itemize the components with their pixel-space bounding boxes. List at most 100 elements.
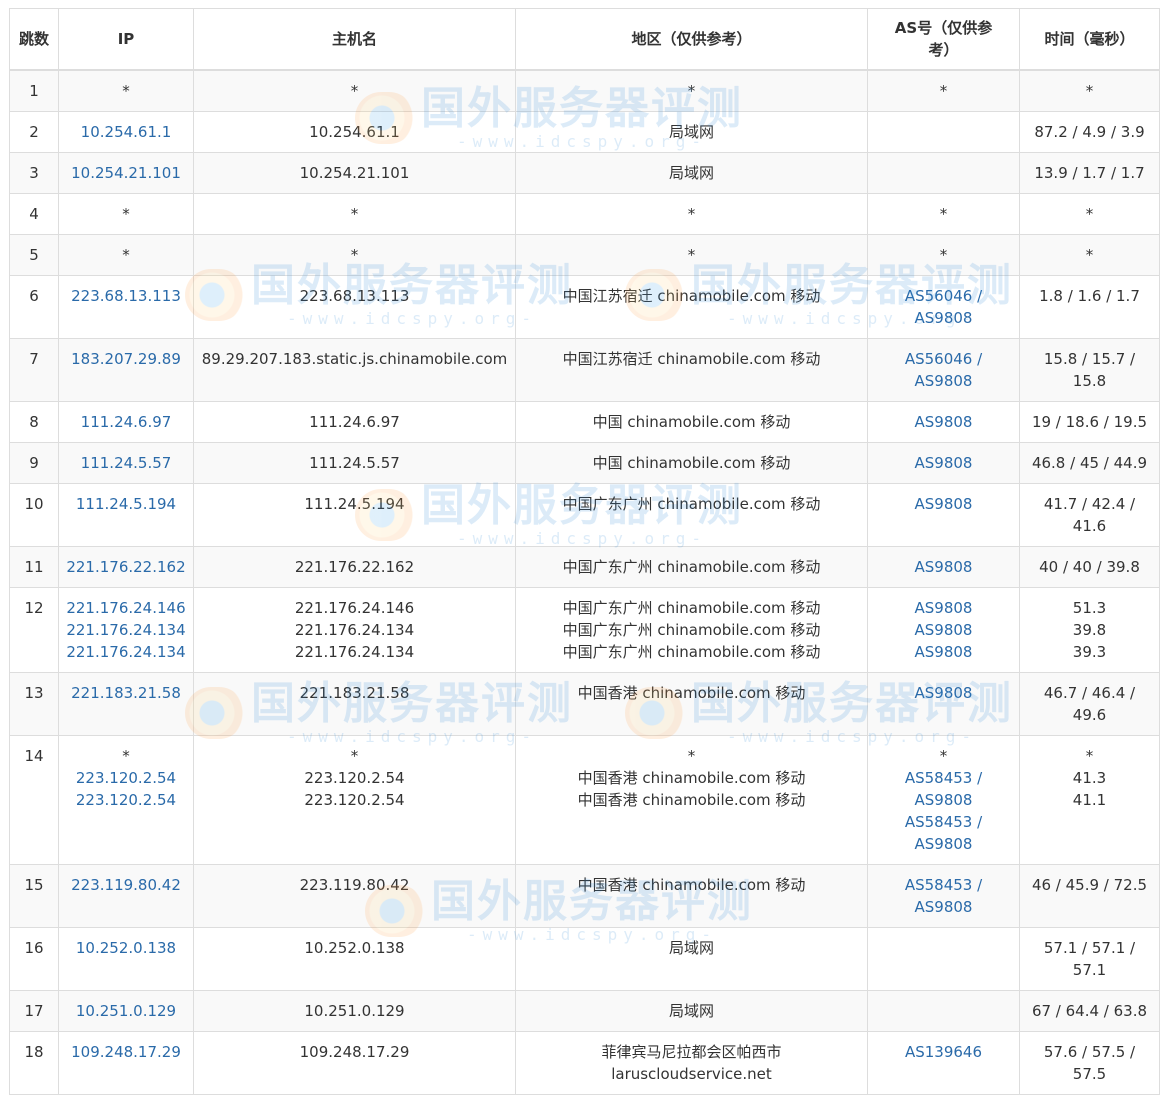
host-text: 223.119.80.42 [299, 876, 410, 894]
as-cell: * [867, 234, 1020, 276]
ip-cell: 10.254.61.1 [58, 111, 194, 153]
as-link[interactable]: AS9808 [874, 597, 1013, 619]
region-cell: 中国香港 chinamobile.com 移动 [515, 864, 868, 928]
host-text: 221.176.24.146 [294, 599, 415, 617]
host-text: * [350, 747, 359, 765]
as-cell [867, 990, 1020, 1032]
ip-cell: 111.24.6.97 [58, 401, 194, 443]
host-cell: 221.183.21.58 [193, 672, 516, 736]
ip-cell: 221.183.21.58 [58, 672, 194, 736]
as-link[interactable]: AS58453 / [874, 767, 1013, 789]
region-text: 中国香港 chinamobile.com 移动 [577, 791, 806, 809]
host-text: 89.29.207.183.static.js.chinamobile.com [201, 350, 508, 368]
region-cell: 菲律宾马尼拉都会区帕西市 laruscloudservice.net [515, 1031, 868, 1095]
ip-link[interactable]: 109.248.17.29 [65, 1041, 187, 1063]
ip-link[interactable]: 10.251.0.129 [65, 1000, 187, 1022]
host-text: 10.254.21.101 [299, 164, 410, 182]
ip-link[interactable]: 223.119.80.42 [65, 874, 187, 896]
ip-link[interactable]: 221.176.24.134 [65, 619, 187, 641]
region-cell: 中国广东广州 chinamobile.com 移动 [515, 483, 868, 547]
time-text: 57.1 [1072, 961, 1107, 979]
as-link[interactable]: AS9808 [874, 682, 1013, 704]
ip-link[interactable]: 183.207.29.89 [65, 348, 187, 370]
region-text: 中国广东广州 chinamobile.com 移动 [562, 558, 821, 576]
time-text: 1.8 / 1.6 / 1.7 [1039, 287, 1140, 305]
region-text: * [687, 205, 696, 223]
as-link[interactable]: AS9808 [874, 556, 1013, 578]
as-link[interactable]: AS139646 [874, 1041, 1013, 1063]
as-link[interactable]: AS58453 / [874, 811, 1013, 833]
host-cell: 111.24.5.57 [193, 442, 516, 484]
ip-cell: * [58, 193, 194, 235]
region-text: 中国香港 chinamobile.com 移动 [577, 769, 806, 787]
region-text: 中国广东广州 chinamobile.com 移动 [562, 621, 821, 639]
ip-link[interactable]: 10.252.0.138 [65, 937, 187, 959]
as-link[interactable]: AS9808 [874, 307, 1013, 329]
header-host: 主机名 [193, 8, 516, 71]
region-text: * [687, 747, 696, 765]
as-link[interactable]: AS9808 [874, 789, 1013, 811]
as-link[interactable]: AS9808 [874, 896, 1013, 918]
as-link[interactable]: AS58453 / [874, 874, 1013, 896]
time-cell: 67 / 64.4 / 63.8 [1019, 990, 1160, 1032]
as-link[interactable]: AS9808 [874, 641, 1013, 663]
hop-number: 5 [9, 234, 59, 276]
ip-link[interactable]: 221.176.22.162 [65, 556, 187, 578]
region-text: 中国广东广州 chinamobile.com 移动 [562, 643, 821, 661]
table-row: 10 111.24.5.194 111.24.5.194 中国广东广州 chinamo… [9, 483, 1160, 547]
time-text: 51.3 [1072, 599, 1107, 617]
ip-cell: 221.176.22.162 [58, 546, 194, 588]
ip-link[interactable]: 10.254.61.1 [65, 121, 187, 143]
ip-link[interactable]: 221.176.24.134 [65, 641, 187, 663]
ip-link[interactable]: 221.183.21.58 [65, 682, 187, 704]
host-cell: 10.254.21.101 [193, 152, 516, 194]
as-cell [867, 152, 1020, 194]
table-row: 5 * * * * * [9, 234, 1160, 276]
host-cell: * 223.120.2.54 223.120.2.54 [193, 735, 516, 865]
time-text: 41.3 [1072, 769, 1107, 787]
ip-link[interactable]: 111.24.6.97 [65, 411, 187, 433]
as-link[interactable]: AS9808 [874, 493, 1013, 515]
ip-link[interactable]: 221.176.24.146 [65, 597, 187, 619]
hop-number: 17 [9, 990, 59, 1032]
time-cell: 51.3 39.8 39.3 [1019, 587, 1160, 673]
host-cell: 111.24.5.194 [193, 483, 516, 547]
time-text: 41.1 [1072, 791, 1107, 809]
hop-number: 16 [9, 927, 59, 991]
ip-link[interactable]: 223.120.2.54 [65, 767, 187, 789]
ip-link[interactable]: 111.24.5.57 [65, 452, 187, 474]
ip-text: * [122, 82, 130, 100]
as-link[interactable]: AS56046 / [874, 348, 1013, 370]
as-link[interactable]: AS9808 [874, 452, 1013, 474]
host-cell: 10.254.61.1 [193, 111, 516, 153]
host-text: 10.254.61.1 [309, 123, 400, 141]
time-cell: 46 / 45.9 / 72.5 [1019, 864, 1160, 928]
ip-cell: 111.24.5.57 [58, 442, 194, 484]
host-text: 221.176.24.134 [294, 643, 415, 661]
ip-cell: 10.252.0.138 [58, 927, 194, 991]
time-text: 13.9 / 1.7 / 1.7 [1034, 164, 1145, 182]
as-link[interactable]: AS9808 [874, 411, 1013, 433]
ip-link[interactable]: 111.24.5.194 [65, 493, 187, 515]
time-text: * [1085, 82, 1094, 100]
as-link[interactable]: AS56046 / [874, 285, 1013, 307]
ip-link[interactable]: 10.254.21.101 [65, 162, 187, 184]
as-link[interactable]: AS9808 [874, 370, 1013, 392]
as-cell: AS58453 /AS9808 [867, 864, 1020, 928]
ip-text: * [122, 246, 130, 264]
as-text: * [939, 246, 948, 264]
as-link[interactable]: AS9808 [874, 619, 1013, 641]
ip-link[interactable]: 223.68.13.113 [65, 285, 187, 307]
header-region: 地区（仅供参考） [515, 8, 868, 71]
as-cell: AS9808 [867, 672, 1020, 736]
hop-number: 1 [9, 69, 59, 112]
host-text: 109.248.17.29 [299, 1043, 410, 1061]
region-cell: 中国香港 chinamobile.com 移动 [515, 672, 868, 736]
hop-number: 10 [9, 483, 59, 547]
host-text: 221.183.21.58 [299, 684, 410, 702]
hop-number: 15 [9, 864, 59, 928]
time-cell: * 41.3 41.1 [1019, 735, 1160, 865]
ip-link[interactable]: 223.120.2.54 [65, 789, 187, 811]
region-text: 中国香港 chinamobile.com 移动 [577, 684, 806, 702]
as-link[interactable]: AS9808 [874, 833, 1013, 855]
